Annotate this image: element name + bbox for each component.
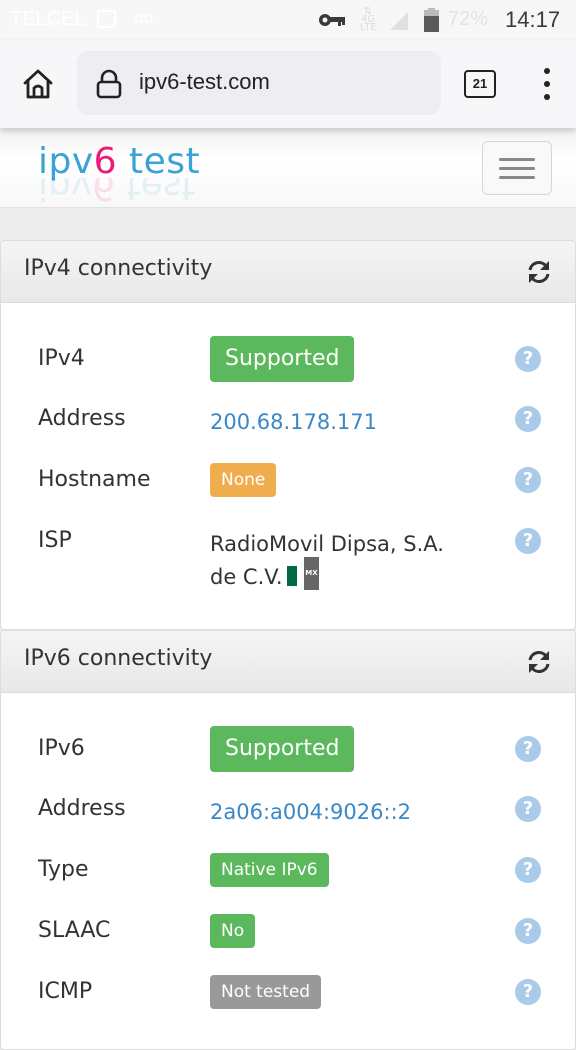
logo-reflection: ipv6 test [38, 178, 196, 206]
help-icon[interactable]: ? [515, 467, 541, 493]
nav-menu-toggle-button[interactable] [482, 141, 552, 195]
help-icon[interactable]: ? [515, 528, 541, 554]
site-logo[interactable]: ipv6 test [38, 142, 200, 182]
status-bar: TELCEL oo ⇅ 4G LTE 72% 14:17 [0, 0, 576, 40]
ipv4-isp-row: ISP RadioMovil Dipsa, S.A. de C.V. MX ? [1, 518, 576, 598]
row-label: ISP [38, 528, 72, 553]
ipv6-type-row: Type Native IPv6 ? [1, 847, 576, 897]
row-label: Type [38, 857, 89, 882]
row-label: Address [38, 406, 126, 431]
flag-country-code: MX [304, 557, 319, 590]
ipv4-address-link[interactable]: 200.68.178.171 [210, 406, 377, 439]
ipv6-icmp-row: ICMP Not tested ? [1, 969, 576, 1019]
logo-reflection-suffix: test [115, 178, 196, 206]
slaac-badge: No [210, 914, 256, 948]
help-icon[interactable]: ? [515, 918, 541, 944]
more-options-icon[interactable] [535, 64, 559, 104]
network-type-icon: ⇅ 4G LTE [360, 6, 377, 33]
isp-name-line2: de C.V. [210, 565, 283, 589]
logo-reflection-six: 6 [92, 178, 116, 206]
ipv6-panel: IPv6 connectivity IPv6 Supported ? Addre… [0, 630, 576, 1050]
row-label: Hostname [38, 467, 151, 492]
voicemail-icon: oo [134, 8, 154, 27]
home-icon[interactable] [20, 66, 56, 102]
site-navbar: ipv6 test ipv6 test [0, 128, 576, 208]
ipv4-address-row: Address 200.68.178.171 ? [1, 396, 576, 446]
status-badge: Supported [210, 726, 355, 772]
ipv4-hostname-row: Hostname None ? [1, 457, 576, 507]
ipv4-panel-title: IPv4 connectivity [24, 256, 213, 281]
address-bar[interactable]: ipv6-test.com [77, 51, 441, 115]
isp-value: RadioMovil Dipsa, S.A. de C.V. MX [210, 528, 444, 594]
icmp-badge: Not tested [210, 975, 322, 1009]
tab-switcher-button[interactable]: 21 [464, 70, 496, 98]
isp-name-line2-wrap: de C.V. MX [210, 557, 444, 594]
logo-text-suffix: test [117, 141, 201, 182]
help-icon[interactable]: ? [515, 796, 541, 822]
help-icon[interactable]: ? [515, 736, 541, 762]
logo-reflection-prefix: ipv [38, 178, 93, 206]
ipv6-address-link[interactable]: 2a06:a004:9026::2 [210, 796, 411, 829]
ipv6-panel-heading: IPv6 connectivity [1, 631, 575, 693]
help-icon[interactable]: ? [515, 979, 541, 1005]
help-icon[interactable]: ? [515, 406, 541, 432]
row-label: IPv6 [38, 736, 85, 761]
type-badge: Native IPv6 [210, 853, 329, 887]
battery-percent: 72% [448, 8, 489, 30]
status-badge: Supported [210, 336, 355, 382]
battery-icon [424, 8, 439, 32]
row-label: ICMP [38, 979, 93, 1004]
row-label: SLAAC [38, 918, 111, 943]
signal-icon [390, 12, 408, 30]
image-notification-icon [97, 10, 116, 28]
clock: 14:17 [505, 7, 561, 32]
logo-text-prefix: ipv [38, 141, 94, 182]
refresh-icon[interactable] [526, 649, 552, 675]
row-label: IPv4 [38, 346, 85, 371]
vpn-key-icon [319, 14, 345, 26]
help-icon[interactable]: ? [515, 857, 541, 883]
lock-icon[interactable] [95, 69, 123, 99]
ipv6-address-row: Address 2a06:a004:9026::2 ? [1, 786, 576, 836]
ipv4-support-row: IPv4 Supported ? [1, 336, 576, 386]
logo-text-six: 6 [93, 141, 118, 182]
help-icon[interactable]: ? [515, 346, 541, 372]
ipv6-slaac-row: SLAAC No ? [1, 908, 576, 958]
mexico-flag-icon: MX [286, 557, 319, 590]
url-text[interactable]: ipv6-test.com [139, 69, 270, 95]
isp-name-line1: RadioMovil Dipsa, S.A. [210, 532, 444, 556]
row-label: Address [38, 796, 126, 821]
ipv4-panel-heading: IPv4 connectivity [1, 241, 575, 303]
ipv4-panel: IPv4 connectivity IPv4 Supported ? Addre… [0, 240, 576, 630]
hostname-badge: None [210, 463, 277, 497]
refresh-icon[interactable] [526, 259, 552, 285]
ipv6-support-row: IPv6 Supported ? [1, 726, 576, 776]
carrier-name: TELCEL [10, 8, 86, 30]
browser-toolbar: ipv6-test.com 21 [0, 40, 576, 128]
ipv6-panel-title: IPv6 connectivity [24, 646, 213, 671]
